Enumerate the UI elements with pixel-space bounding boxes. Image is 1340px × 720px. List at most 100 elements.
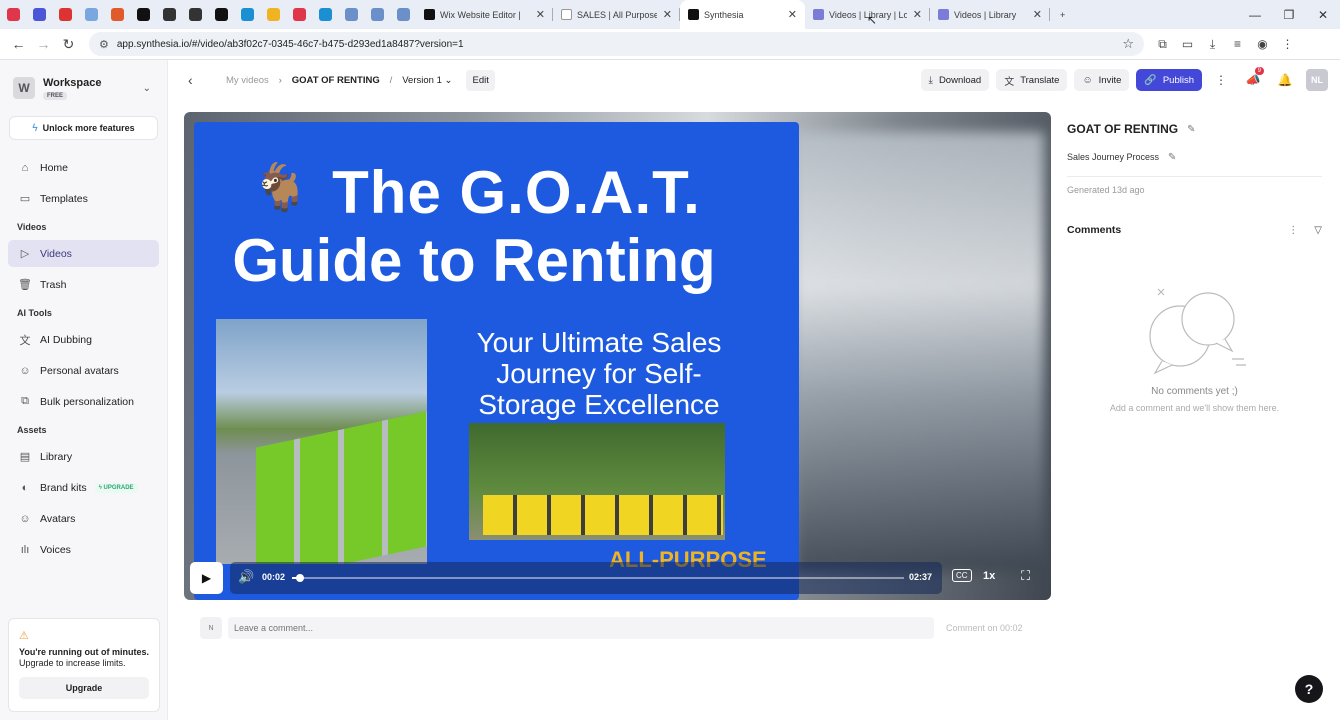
restore-icon[interactable]: ❐: [1272, 8, 1306, 22]
sidebar-item-brand-kits[interactable]: ◐ Brand kits ϟ UPGRADE: [8, 474, 159, 501]
pinned-tab-0[interactable]: [0, 0, 26, 29]
pinned-tab-14[interactable]: [364, 0, 390, 29]
unlock-features-label: Unlock more features: [42, 123, 135, 133]
pinned-tab-6[interactable]: [156, 0, 182, 29]
sidebar-item-templates[interactable]: ▭ Templates: [8, 185, 159, 212]
user-avatar[interactable]: NL: [1306, 69, 1328, 91]
workspace-switcher[interactable]: W Workspace FREE ⌄: [8, 60, 159, 116]
sidebar-item-home[interactable]: ⌂ Home: [8, 154, 159, 181]
pinned-tab-3[interactable]: [78, 0, 104, 29]
pinned-tab-2[interactable]: [52, 0, 78, 29]
sidebar-section-title: AI Tools: [17, 308, 52, 318]
edit-title-pencil-icon[interactable]: ✎: [1187, 124, 1195, 135]
sidebar-item-personal-avatars[interactable]: ☺ Personal avatars: [8, 357, 159, 384]
upgrade-button[interactable]: Upgrade: [19, 677, 149, 699]
cast-icon[interactable]: ▭: [1175, 37, 1200, 52]
download-label: Download: [938, 74, 982, 86]
new-tab-button[interactable]: +: [1050, 0, 1075, 29]
pinned-tab-13[interactable]: [338, 0, 364, 29]
pinned-tab-11[interactable]: [286, 0, 312, 29]
site-info-icon[interactable]: ⚙: [99, 38, 109, 51]
volume-icon[interactable]: 🔊: [238, 569, 254, 585]
pinned-tab-5[interactable]: [130, 0, 156, 29]
play-icon[interactable]: ▶: [190, 562, 223, 594]
unlock-features-button[interactable]: ϟ Unlock more features: [9, 116, 158, 140]
browser-tab-0[interactable]: Wix Website Editor | ✕: [416, 0, 553, 29]
mouse-cursor-icon: ↖: [867, 13, 878, 27]
pinned-tab-4[interactable]: [104, 0, 130, 29]
close-tab-icon[interactable]: ✕: [530, 8, 545, 21]
seek-bar[interactable]: [292, 574, 904, 582]
close-tab-icon[interactable]: ✕: [782, 8, 797, 21]
favicon-icon: [318, 8, 332, 21]
slide-title-line2: Guide to Renting: [232, 227, 716, 294]
warning-icon: ⚠: [19, 630, 29, 642]
filter-icon[interactable]: ▽: [1314, 225, 1322, 236]
details-description: Sales Journey Process: [1067, 152, 1160, 162]
pinned-tab-9[interactable]: [234, 0, 260, 29]
minimize-icon[interactable]: —: [1238, 8, 1272, 22]
pinned-tab-8[interactable]: [208, 0, 234, 29]
bell-icon[interactable]: 🔔: [1272, 73, 1298, 87]
comments-more-icon[interactable]: ⋮: [1288, 225, 1298, 236]
captions-icon[interactable]: CC: [952, 569, 972, 582]
edit-description-pencil-icon[interactable]: ✎: [1168, 152, 1176, 163]
sidebar-item-videos[interactable]: ▷ Videos: [8, 240, 159, 267]
comments-label: Comments: [1067, 224, 1122, 236]
comment-input[interactable]: [228, 617, 934, 639]
avatar-icon: ☺: [19, 364, 31, 377]
pinned-tab-15[interactable]: [390, 0, 416, 29]
bookmark-star-icon[interactable]: ☆: [1122, 36, 1134, 52]
video-player[interactable]: 🐐 The G.O.A.T. Guide to Renting Your Ult…: [184, 112, 1051, 600]
publish-button[interactable]: 🔗 Publish: [1136, 69, 1202, 91]
invite-icon: ☺: [1082, 74, 1093, 86]
breadcrumb-my-videos[interactable]: My videos: [226, 75, 269, 86]
plan-badge: FREE: [43, 91, 68, 100]
favicon-icon: [688, 9, 699, 20]
close-window-icon[interactable]: ✕: [1306, 8, 1340, 22]
version-selector[interactable]: Version 1 ⌄: [402, 75, 452, 86]
close-tab-icon[interactable]: ✕: [1027, 8, 1042, 21]
sidebar-item-bulk-personalization[interactable]: ⧉ Bulk personalization: [8, 388, 159, 415]
extensions-icon[interactable]: ⧉: [1150, 37, 1175, 52]
sidebar-item-ai-dubbing[interactable]: 文 AI Dubbing: [8, 326, 159, 353]
announcements-icon[interactable]: 📣 9: [1240, 67, 1266, 87]
browser-tab-1[interactable]: SALES | All Purpose S✕: [553, 0, 680, 29]
browser-tab-2[interactable]: Synthesia ✕: [680, 0, 805, 29]
reload-icon[interactable]: ↻: [56, 36, 81, 53]
pinned-tab-1[interactable]: [26, 0, 52, 29]
link-icon: 🔗: [1144, 74, 1157, 86]
pinned-tab-7[interactable]: [182, 0, 208, 29]
more-options-icon[interactable]: ⋮: [1208, 73, 1234, 87]
sidebar-section-title: Assets: [17, 425, 47, 435]
sidebar-item-voices[interactable]: ılı Voices: [8, 536, 159, 563]
translate-button[interactable]: 文 Translate: [996, 69, 1068, 91]
pinned-tab-10[interactable]: [260, 0, 286, 29]
fullscreen-icon[interactable]: ⛶: [1021, 568, 1030, 584]
close-tab-icon[interactable]: ✕: [907, 8, 922, 21]
invite-label: Invite: [1098, 74, 1122, 86]
download-button[interactable]: ⤓ Download: [920, 69, 990, 91]
seek-handle[interactable]: [295, 574, 304, 582]
back-chevron-icon[interactable]: ‹: [188, 72, 208, 88]
edit-button[interactable]: Edit: [466, 69, 495, 91]
media-control-icon[interactable]: ≡: [1225, 37, 1250, 52]
forward-arrow-icon[interactable]: →: [31, 36, 56, 52]
sidebar-item-avatars[interactable]: ☺ Avatars: [8, 505, 159, 532]
help-button[interactable]: ?: [1295, 675, 1323, 703]
download-tray-icon[interactable]: ⤓: [1200, 37, 1225, 52]
browser-tab-4[interactable]: Videos | Library ✕: [930, 0, 1050, 29]
back-arrow-icon[interactable]: ←: [6, 36, 31, 52]
topbar-actions: ⤓ Download 文 Translate ☺ Invite 🔗 Publish ⋮ …: [914, 67, 1328, 91]
pinned-tab-12[interactable]: [312, 0, 338, 29]
sidebar-item-library[interactable]: ▤ Library: [8, 443, 159, 470]
comment-at-time-button[interactable]: Comment on 00:02: [946, 623, 1023, 633]
sidebar-item-trash[interactable]: 🗑 Trash: [8, 271, 159, 298]
browser-menu-icon[interactable]: ⋮: [1275, 37, 1300, 52]
close-tab-icon[interactable]: ✕: [657, 8, 672, 21]
favicon-icon: [58, 8, 72, 21]
url-field[interactable]: ⚙ app.synthesia.io/#/video/ab3f02c7-0345…: [89, 32, 1144, 56]
invite-button[interactable]: ☺ Invite: [1074, 69, 1130, 91]
profile-icon[interactable]: ◉: [1250, 37, 1275, 52]
playback-speed[interactable]: 1x: [983, 570, 995, 582]
